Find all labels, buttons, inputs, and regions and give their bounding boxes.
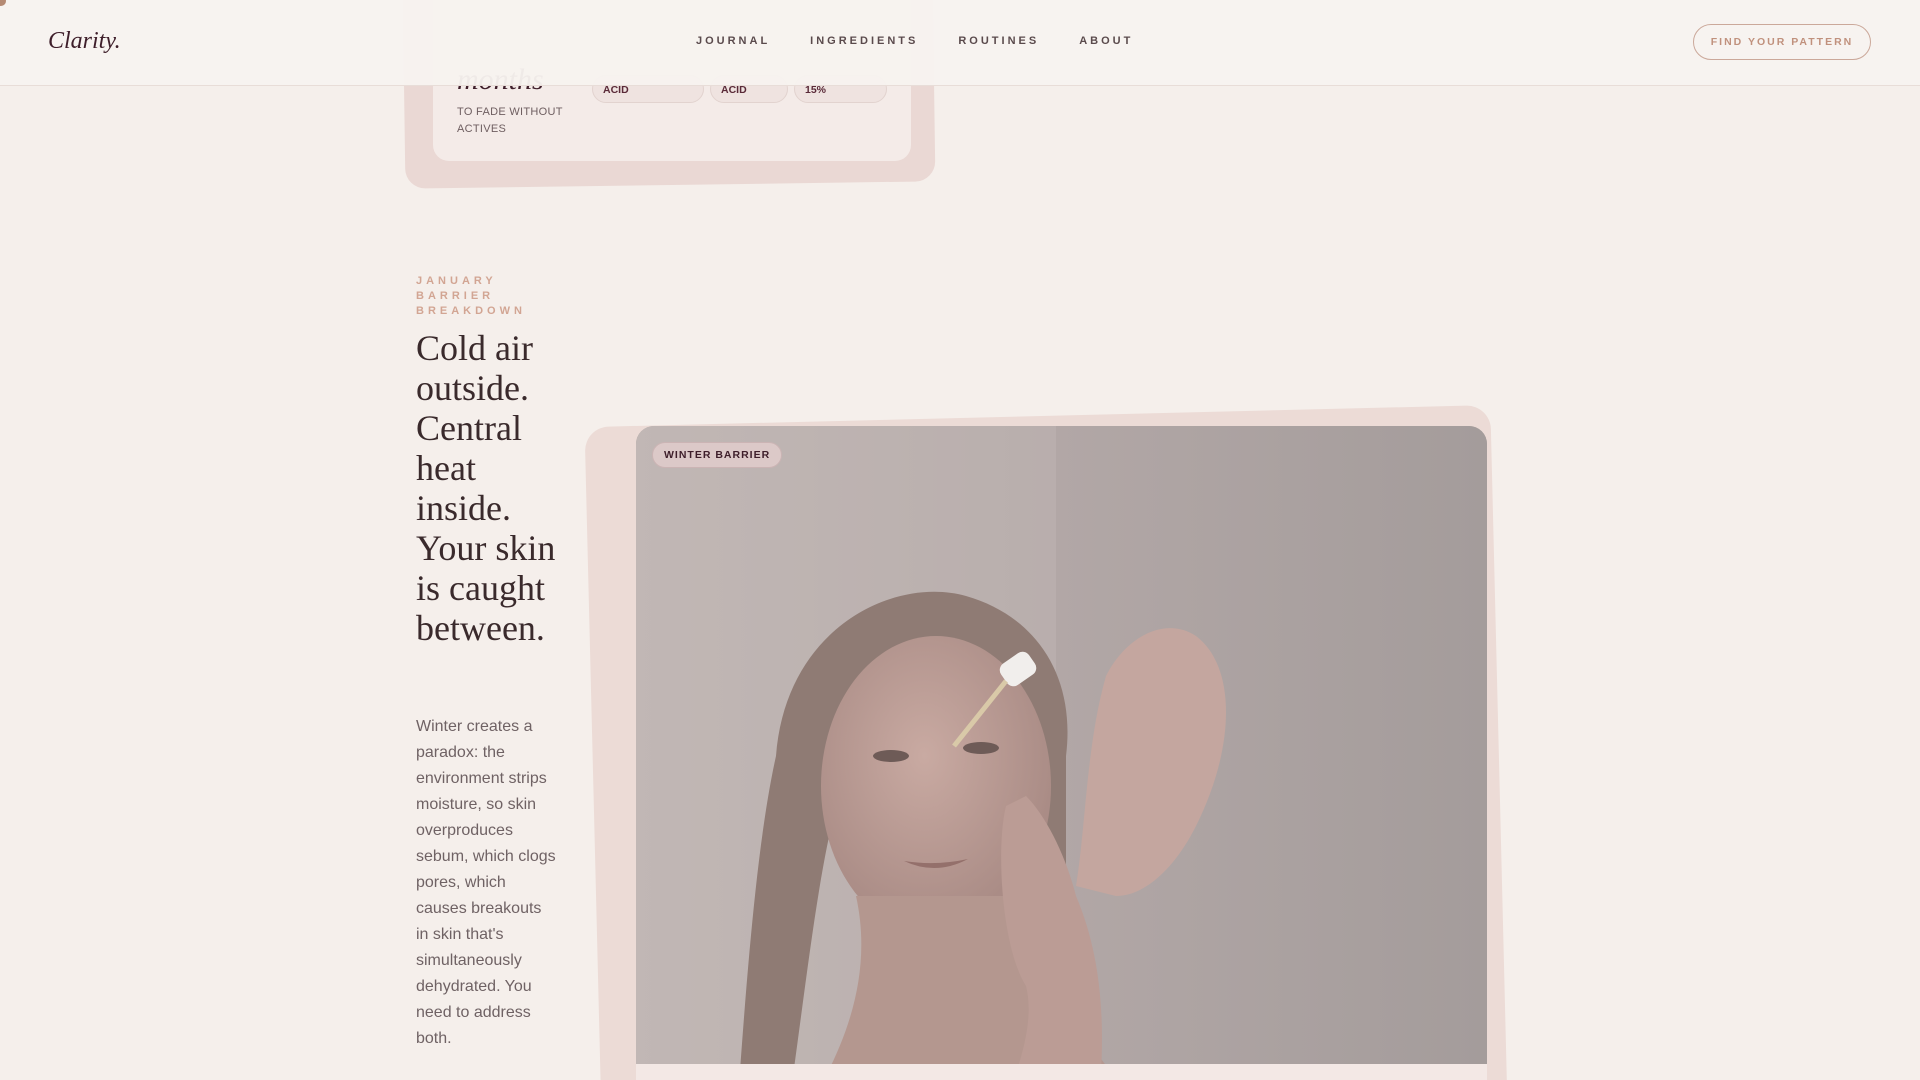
nav-journal[interactable]: JOURNAL xyxy=(696,35,770,47)
nav-about[interactable]: ABOUT xyxy=(1079,35,1133,47)
photo-card-footer xyxy=(636,1064,1487,1080)
site-header: Clarity. JOURNAL INGREDIENTS ROUTINES AB… xyxy=(0,0,1920,86)
nav-ingredients[interactable]: INGREDIENTS xyxy=(810,35,918,47)
logo[interactable]: Clarity. xyxy=(48,28,121,55)
stat-caption: TO FADE WITHOUT ACTIVES xyxy=(457,106,563,135)
section-body: Winter creates a paradox: the environmen… xyxy=(416,718,556,1047)
nav-routines[interactable]: ROUTINES xyxy=(958,35,1039,47)
section-headline: Cold air outside. Central heat inside. Y… xyxy=(416,328,556,648)
section-kicker: JANUARY BARRIER BREAKDOWN xyxy=(416,275,526,317)
skincare-photo xyxy=(636,426,1487,1080)
photo-tag: WINTER BARRIER xyxy=(652,442,783,468)
find-your-pattern-button[interactable]: FIND YOUR PATTERN xyxy=(1693,24,1871,60)
main-nav: JOURNAL INGREDIENTS ROUTINES ABOUT xyxy=(696,35,1133,47)
